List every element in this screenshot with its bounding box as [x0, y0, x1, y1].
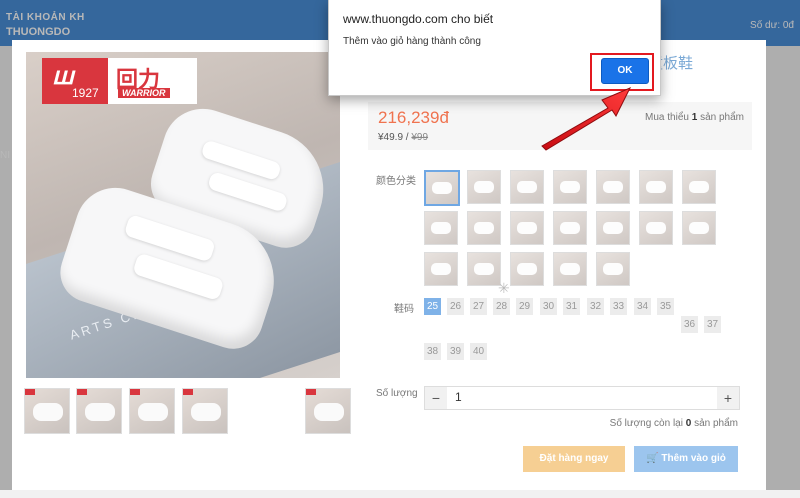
thumbnail[interactable] — [182, 388, 228, 434]
color-swatch[interactable] — [639, 170, 673, 204]
size-option[interactable]: 26 — [447, 298, 464, 315]
min-order: Mua thiểu 1 sản phẩm — [645, 112, 744, 123]
alert-title: www.thuongdo.com cho biết — [343, 12, 494, 26]
color-swatch[interactable] — [553, 252, 587, 286]
color-swatch[interactable] — [510, 170, 544, 204]
color-swatch[interactable] — [596, 211, 630, 245]
logo-mark: ꟺ 1927 — [42, 58, 108, 104]
loading-spinner-icon: ✳ — [498, 280, 510, 296]
add-to-cart-button[interactable]: 🛒 Thêm vào giỏ hàng — [634, 446, 738, 490]
size-option[interactable]: 36 — [681, 316, 698, 333]
color-swatch[interactable] — [510, 252, 544, 286]
price-cny: ¥49.9 / ¥99 — [378, 132, 429, 143]
color-swatch[interactable] — [596, 252, 630, 286]
color-label: 颜色分类 — [376, 176, 416, 187]
thumbnail[interactable] — [129, 388, 175, 434]
quantity-stepper: − 1 + — [424, 386, 740, 410]
color-swatch[interactable] — [510, 211, 544, 245]
add-to-cart-label: Thêm vào giỏ hàng — [661, 453, 726, 490]
annotation-arrow-icon — [541, 87, 632, 151]
cart-icon: 🛒 — [646, 453, 659, 464]
quantity-label: Số lượng — [376, 388, 418, 399]
alert-message: Thêm vào giỏ hàng thành công — [343, 36, 481, 47]
thumbnail[interactable] — [24, 388, 70, 434]
quantity-input[interactable]: 1 — [455, 390, 462, 404]
color-swatch[interactable] — [467, 252, 501, 286]
order-now-button[interactable]: Đặt hàng ngay — [523, 446, 625, 472]
thumbnail[interactable] — [305, 388, 351, 434]
size-option[interactable]: 31 — [563, 298, 580, 315]
product-main-image: ARTS CHI WING LO ꟺ 1927 回力 WARRIOR — [26, 52, 340, 378]
thumbnail[interactable] — [76, 388, 122, 434]
quantity-decrease-button[interactable]: − — [425, 387, 447, 409]
color-swatch[interactable] — [596, 170, 630, 204]
logo-year: 1927 — [72, 86, 99, 100]
size-option[interactable]: 38 — [424, 343, 441, 360]
color-swatch[interactable] — [467, 170, 501, 204]
size-option[interactable]: 33 — [610, 298, 627, 315]
logo-glyph: ꟺ — [52, 63, 74, 90]
color-swatch[interactable] — [553, 211, 587, 245]
size-option[interactable]: 25 — [424, 298, 441, 315]
logo-en: WARRIOR — [118, 88, 170, 98]
color-swatch[interactable] — [424, 252, 458, 286]
size-option[interactable]: 39 — [447, 343, 464, 360]
color-swatch[interactable] — [424, 170, 460, 206]
color-swatch[interactable] — [467, 211, 501, 245]
size-option[interactable]: 32 — [587, 298, 604, 315]
color-swatch[interactable] — [553, 170, 587, 204]
size-option[interactable]: 27 — [470, 298, 487, 315]
quantity-increase-button[interactable]: + — [717, 387, 739, 409]
stock-remaining: Số lượng còn lại 0 sản phẩm — [609, 418, 738, 429]
size-option[interactable]: 29 — [516, 298, 533, 315]
size-option[interactable]: 37 — [704, 316, 721, 333]
size-option[interactable]: 28 — [493, 298, 510, 315]
brand-logo-warrior: ꟺ 1927 回力 WARRIOR — [42, 58, 197, 104]
color-swatch[interactable] — [682, 170, 716, 204]
size-option[interactable]: 40 — [470, 343, 487, 360]
size-option[interactable]: 30 — [540, 298, 557, 315]
color-swatch[interactable] — [424, 211, 458, 245]
size-option[interactable]: 34 — [634, 298, 651, 315]
size-option[interactable]: 35 — [657, 298, 674, 315]
size-label: 鞋码 — [394, 304, 414, 315]
color-swatch[interactable] — [639, 211, 673, 245]
price-cny-old: ¥99 — [411, 132, 429, 143]
price-vnd: 216,239đ — [378, 108, 449, 127]
color-swatch[interactable] — [682, 211, 716, 245]
product-modal: ARTS CHI WING LO ꟺ 1927 回力 WARRIOR 鞋女童板鞋… — [12, 40, 766, 490]
